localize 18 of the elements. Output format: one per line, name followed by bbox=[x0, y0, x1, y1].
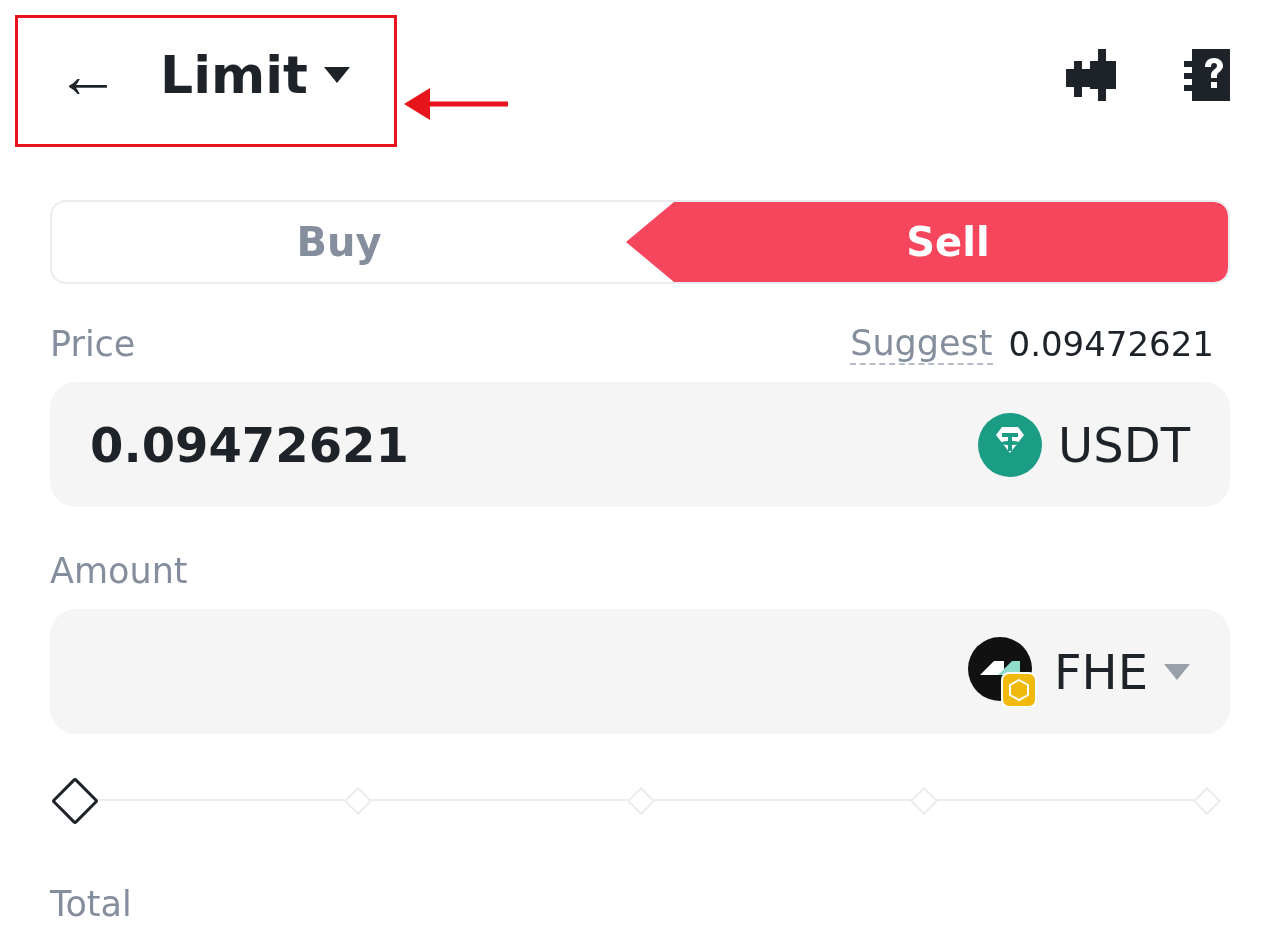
suggest-value: 0.09472621 bbox=[1008, 324, 1214, 364]
token-icon bbox=[967, 636, 1038, 707]
field-label: Total bbox=[50, 884, 132, 924]
order-type-dropdown[interactable]: Limit bbox=[160, 45, 350, 105]
price-value: 0.09472621 bbox=[90, 416, 409, 473]
field-label: Price bbox=[50, 324, 136, 364]
price-field[interactable]: 0.09472621 USDT bbox=[50, 382, 1230, 507]
help-book-icon[interactable] bbox=[1182, 49, 1230, 101]
field-label: Amount bbox=[50, 551, 188, 591]
currency-label[interactable]: FHE bbox=[1053, 643, 1148, 700]
arrow-icon bbox=[404, 86, 508, 122]
caret-icon[interactable] bbox=[1164, 663, 1190, 680]
amount-field[interactable]: FHE bbox=[50, 609, 1230, 734]
caret-icon bbox=[323, 67, 350, 83]
back-button[interactable]: ← bbox=[56, 43, 120, 107]
coin-icon bbox=[978, 412, 1043, 477]
currency-label: USDT bbox=[1058, 416, 1190, 473]
sell-tab[interactable]: Sell bbox=[626, 202, 1228, 282]
